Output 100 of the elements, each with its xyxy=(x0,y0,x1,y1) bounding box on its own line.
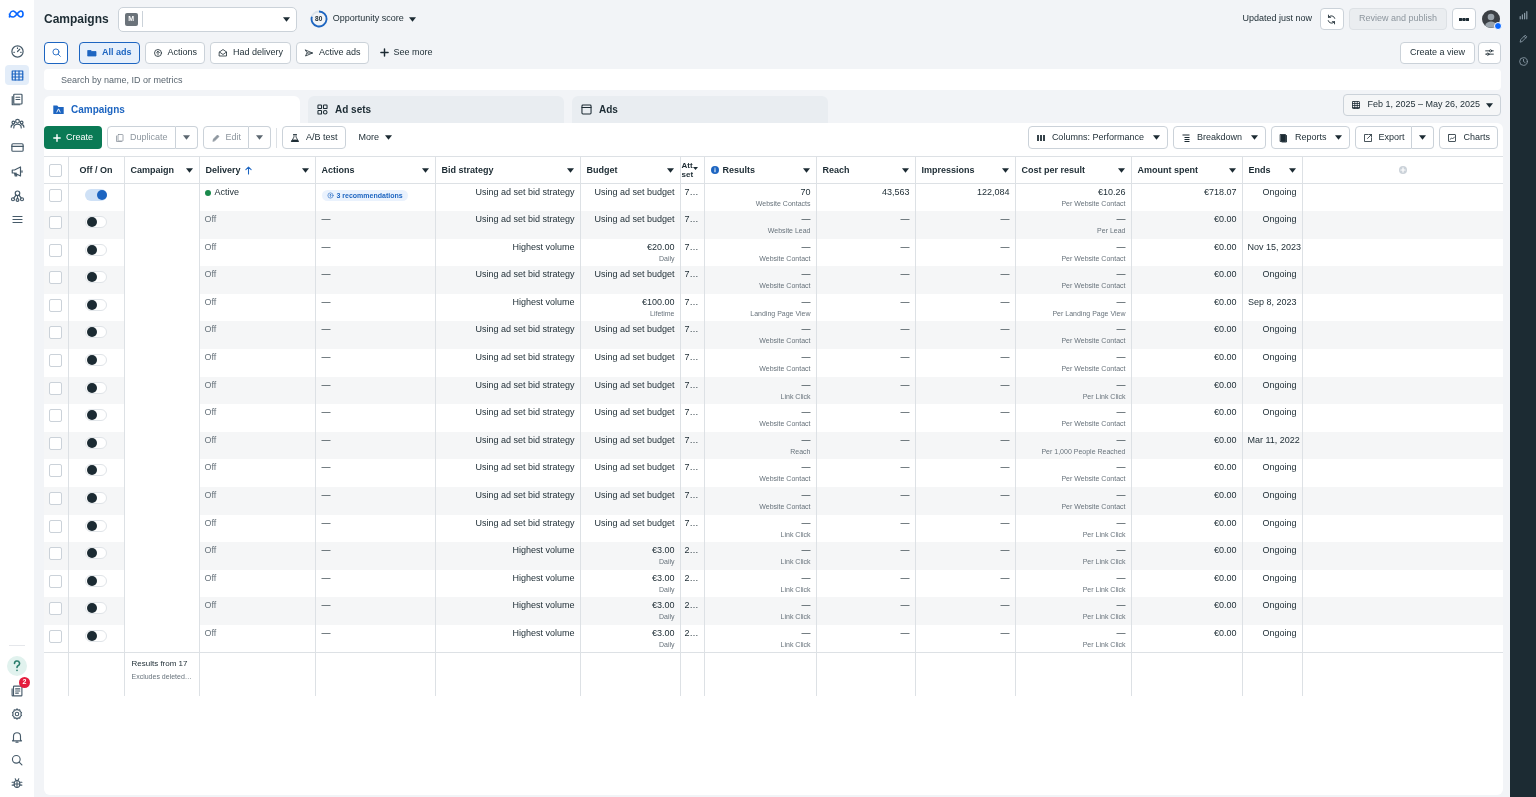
row-checkbox[interactable] xyxy=(49,574,63,588)
on-off-toggle[interactable] xyxy=(85,602,107,615)
toolbar-button[interactable]: A/B test xyxy=(282,126,346,149)
see-more-button[interactable]: See more xyxy=(374,41,438,64)
on-off-toggle[interactable] xyxy=(85,354,107,367)
column-header[interactable]: Budget xyxy=(586,164,674,176)
megaphone-icon xyxy=(9,163,25,179)
dropdown-button[interactable] xyxy=(175,126,198,149)
delivery-status: Off xyxy=(204,241,217,253)
help-button[interactable] xyxy=(7,656,27,676)
create-button[interactable]: Create xyxy=(44,126,102,149)
more-dropdown[interactable]: More xyxy=(350,126,401,149)
table-cell-text: — xyxy=(800,517,811,529)
table-cell: — xyxy=(321,269,331,280)
search-field[interactable]: Search by name, ID or metrics xyxy=(44,69,1501,90)
table-cell: Sep 8, 2023 xyxy=(1247,296,1297,308)
on-off-toggle[interactable] xyxy=(85,547,107,560)
dropdown-button[interactable] xyxy=(249,126,272,149)
dropdown-button[interactable]: Columns: Performance xyxy=(1027,126,1168,149)
clock-button[interactable] xyxy=(1517,56,1529,67)
column-header[interactable]: Results xyxy=(710,164,810,176)
on-off-toggle[interactable] xyxy=(85,298,107,311)
select-all-checkbox[interactable] xyxy=(49,163,63,177)
column-header[interactable]: Ends xyxy=(1248,164,1296,176)
column-header[interactable]: Cost per result xyxy=(1021,164,1125,176)
table-cell-text: — xyxy=(899,407,910,419)
tab[interactable]: Ads xyxy=(572,96,828,123)
on-off-toggle[interactable] xyxy=(85,492,107,505)
tab[interactable]: Campaigns xyxy=(44,96,300,123)
on-off-toggle[interactable] xyxy=(85,519,107,532)
on-off-toggle[interactable] xyxy=(85,409,107,422)
search-button[interactable] xyxy=(44,41,68,64)
table-cell-text: €0.00 xyxy=(1212,434,1237,446)
on-off-toggle[interactable] xyxy=(85,464,107,477)
on-off-toggle[interactable] xyxy=(85,574,107,587)
row-checkbox[interactable] xyxy=(49,409,63,423)
help-icon xyxy=(12,660,22,672)
table-cell: 2… xyxy=(684,545,699,556)
toolbar-button[interactable]: Export xyxy=(1355,126,1413,149)
table-cell-text: — xyxy=(1115,324,1126,336)
row-checkbox[interactable] xyxy=(49,354,63,368)
on-off-toggle[interactable] xyxy=(85,243,107,256)
table-cell-text: — xyxy=(1115,600,1126,612)
column-header[interactable]: Campaign xyxy=(130,164,193,176)
column-header[interactable]: Delivery xyxy=(205,164,309,176)
column-header[interactable]: Amount spent xyxy=(1137,164,1236,176)
tab[interactable]: Ad sets xyxy=(308,96,564,123)
dropdown-button[interactable]: Reports xyxy=(1270,126,1351,149)
column-header[interactable]: Reach xyxy=(822,164,909,176)
on-off-toggle[interactable] xyxy=(85,630,107,642)
row-checkbox[interactable] xyxy=(49,216,63,230)
table-cell-text: Ongoing xyxy=(1261,628,1297,639)
row-checkbox[interactable] xyxy=(49,298,63,312)
filter-chip[interactable]: Active ads xyxy=(296,41,369,64)
row-checkbox[interactable] xyxy=(49,630,63,643)
create-view-button[interactable]: Create a view xyxy=(1399,41,1475,64)
row-checkbox[interactable] xyxy=(49,243,63,257)
table-cell: — xyxy=(321,241,331,252)
row-checkbox[interactable] xyxy=(49,547,63,561)
filter-chip[interactable]: Had delivery xyxy=(210,41,292,64)
row-checkbox[interactable] xyxy=(49,189,63,202)
on-off-toggle[interactable] xyxy=(85,381,107,394)
column-header[interactable]: Actions xyxy=(321,164,429,176)
caret-icon xyxy=(1288,167,1296,173)
more-options-button[interactable] xyxy=(1452,8,1476,30)
sidebar-table-button[interactable] xyxy=(5,65,29,85)
refresh-button[interactable] xyxy=(1319,8,1344,30)
caret-icon xyxy=(256,135,264,140)
table-cell-text: — xyxy=(899,379,910,391)
on-off-toggle[interactable] xyxy=(85,326,107,339)
bar-chart-button[interactable] xyxy=(1517,10,1529,21)
pencil-button[interactable] xyxy=(1517,33,1529,44)
profile-button[interactable] xyxy=(1482,10,1500,28)
row-checkbox[interactable] xyxy=(49,326,63,340)
date-range-picker[interactable]: Feb 1, 2025 – May 26, 2025 xyxy=(1343,94,1501,116)
on-off-toggle[interactable] xyxy=(85,271,107,284)
dropdown-button[interactable] xyxy=(1412,126,1435,149)
on-off-toggle[interactable] xyxy=(85,436,107,449)
caret-icon xyxy=(802,167,810,173)
row-checkbox[interactable] xyxy=(49,492,63,506)
caret-icon xyxy=(1419,135,1427,140)
table-cell-text: — xyxy=(999,241,1010,253)
row-checkbox[interactable] xyxy=(49,519,63,533)
view-settings-button[interactable] xyxy=(1478,41,1501,64)
row-checkbox[interactable] xyxy=(49,436,63,450)
dropdown-button[interactable]: Breakdown xyxy=(1172,126,1266,149)
documents-icon xyxy=(9,91,25,107)
row-checkbox[interactable] xyxy=(49,271,63,285)
row-checkbox[interactable] xyxy=(49,464,63,478)
row-checkbox[interactable] xyxy=(49,381,63,395)
column-header[interactable]: Impressions xyxy=(921,164,1009,176)
row-checkbox[interactable] xyxy=(49,602,63,616)
filter-chip[interactable]: All ads xyxy=(79,41,140,64)
on-off-toggle[interactable] xyxy=(85,216,107,229)
filter-chip[interactable]: Actions xyxy=(144,41,206,64)
toolbar-button[interactable]: Charts xyxy=(1439,126,1498,149)
column-header[interactable]: Bid strategy xyxy=(441,164,574,176)
column-header[interactable]: Att set xyxy=(681,161,703,179)
on-off-toggle[interactable] xyxy=(85,189,107,201)
column-header[interactable]: Off / On xyxy=(74,164,118,176)
